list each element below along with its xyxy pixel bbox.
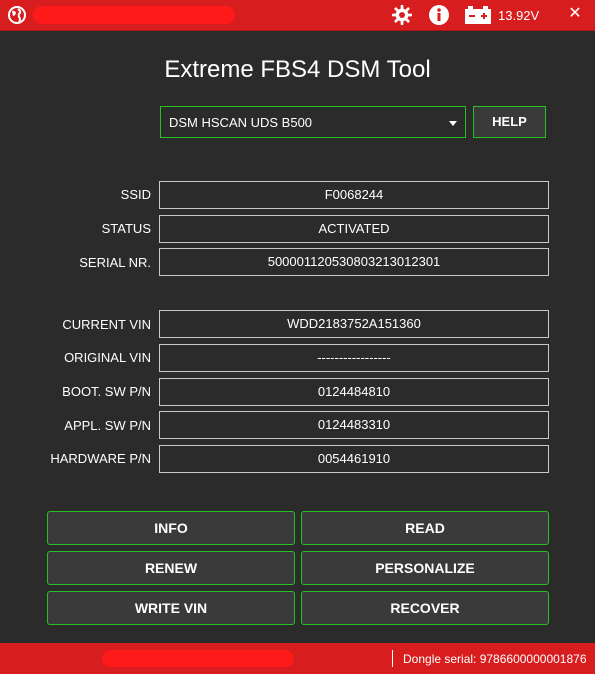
original-vin-label: ORIGINAL VIN (64, 350, 151, 365)
title-bar: 13.92V ✕ (0, 0, 595, 31)
appl-sw-pn-label: APPL. SW P/N (64, 418, 151, 433)
current-vin-label: CURRENT VIN (62, 317, 151, 332)
recover-button[interactable]: RECOVER (301, 591, 549, 625)
gear-icon[interactable] (391, 4, 413, 26)
redacted-status-text (102, 650, 294, 667)
read-button[interactable]: READ (301, 511, 549, 545)
hardware-pn-field[interactable]: 0054461910 (159, 445, 549, 473)
renew-button[interactable]: RENEW (47, 551, 295, 585)
globe-icon[interactable] (7, 5, 27, 25)
protocol-select[interactable]: DSM HSCAN UDS B500 (160, 106, 466, 138)
status-field[interactable]: ACTIVATED (159, 215, 549, 243)
help-button[interactable]: HELP (473, 106, 546, 138)
boot-sw-pn-label: BOOT. SW P/N (62, 384, 151, 399)
ssid-label: SSID (120, 187, 151, 202)
info-button[interactable]: INFO (47, 511, 295, 545)
original-vin-field[interactable]: ----------------- (159, 344, 549, 372)
current-vin-field[interactable]: WDD2183752A151360 (159, 310, 549, 338)
write-vin-button[interactable]: WRITE VIN (47, 591, 295, 625)
app-title: Extreme FBS4 DSM Tool (164, 56, 431, 83)
status-separator (392, 650, 393, 667)
voltage-readout: 13.92V (498, 8, 540, 23)
hardware-pn-label: HARDWARE P/N (50, 451, 151, 466)
ssid-field[interactable]: F0068244 (159, 181, 549, 209)
battery-icon (465, 6, 491, 24)
dongle-serial: Dongle serial: 9786600000001876 (403, 652, 587, 666)
serial-nr-field[interactable]: 50000112053080321301230​1 (159, 248, 549, 276)
serial-nr-label: SERIAL NR. (79, 255, 151, 270)
personalize-button[interactable]: PERSONALIZE (301, 551, 549, 585)
appl-sw-pn-field[interactable]: 0124483310 (159, 411, 549, 439)
protocol-select-value: DSM HSCAN UDS B500 (169, 115, 313, 130)
close-icon[interactable]: ✕ (566, 4, 584, 24)
boot-sw-pn-field[interactable]: 0124484810 (159, 378, 549, 406)
redacted-title-text (33, 6, 235, 24)
chevron-down-icon (449, 121, 457, 126)
status-label: STATUS (101, 221, 151, 236)
info-icon[interactable] (428, 4, 450, 26)
status-bar: Dongle serial: 9786600000001876 (0, 643, 595, 674)
